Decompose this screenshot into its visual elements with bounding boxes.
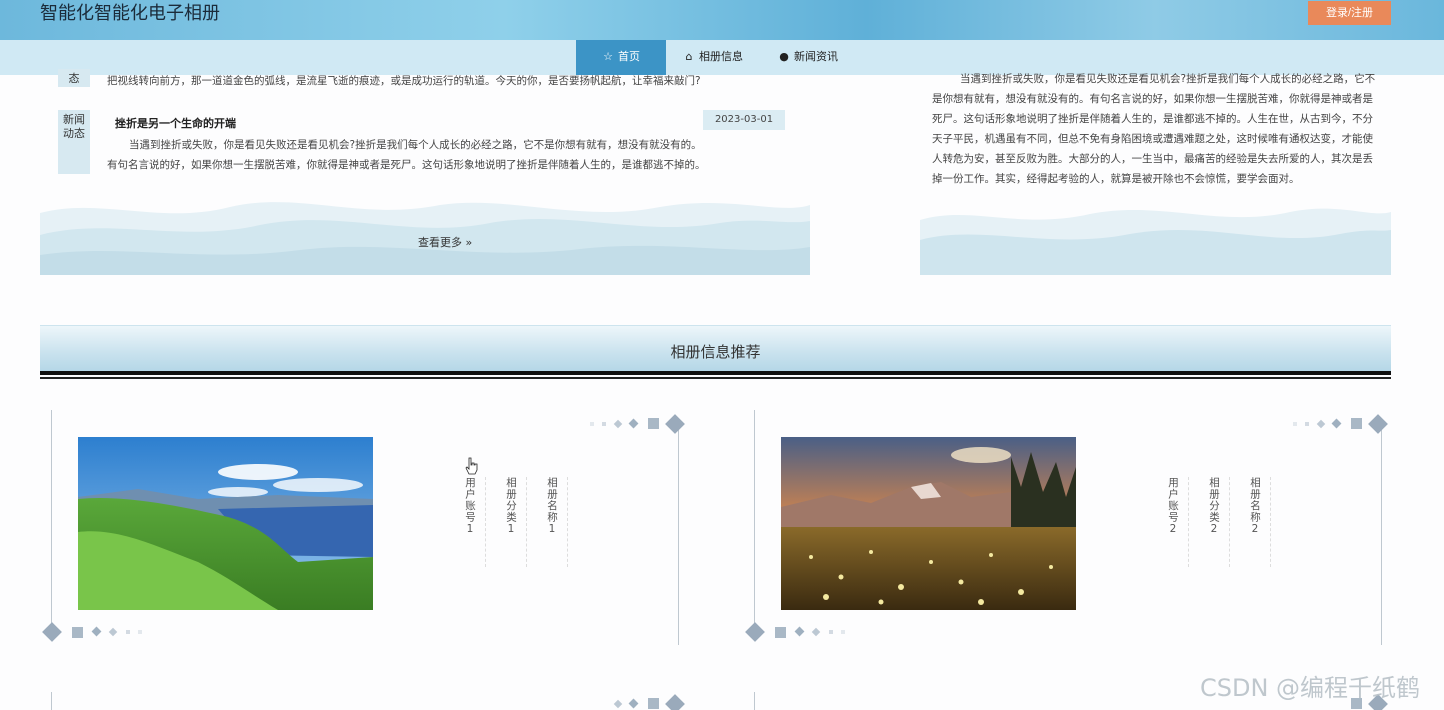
view-more-label: 查看更多 bbox=[418, 236, 462, 249]
right-article-panel: 当遇到挫折或失败，你是看见失败还是看见机会?挫折是我们每个人成长的必经之路，它不… bbox=[920, 73, 1391, 275]
star-icon: ☆ bbox=[603, 50, 613, 63]
nav-item-news[interactable]: ● 新闻资讯 bbox=[778, 40, 858, 75]
nav-label-home: 首页 bbox=[618, 50, 640, 63]
watermark-text: CSDN @编程千纸鹤 bbox=[1200, 674, 1421, 702]
album-image-lake[interactable] bbox=[78, 437, 373, 610]
divider bbox=[40, 377, 1391, 379]
site-title: 智能化智能化电子相册 bbox=[40, 3, 220, 24]
card-border-left bbox=[51, 410, 52, 630]
news-text-partial: 把视线转向前方，那一道道金色的弧线，是流星飞逝的痕迹，或是成功运行的轨道。今天的… bbox=[107, 75, 701, 87]
login-register-button[interactable]: 登录/注册 bbox=[1308, 1, 1391, 25]
card-border-right bbox=[1381, 425, 1382, 645]
site-header: 智能化智能化电子相册 登录/注册 bbox=[0, 0, 1444, 40]
wave-decoration-right bbox=[920, 208, 1391, 275]
album-user-account: 用户账号2 bbox=[1148, 477, 1189, 567]
album-category: 相册分类1 bbox=[486, 477, 527, 567]
news-tag-partial: 态 bbox=[58, 69, 90, 87]
album-category: 相册分类2 bbox=[1189, 477, 1230, 567]
album-info: 用户账号2 相册分类2 相册名称2 bbox=[1148, 477, 1271, 567]
album-info: 用户账号1 相册分类1 相册名称1 bbox=[445, 477, 568, 567]
card-border-left bbox=[754, 410, 755, 630]
recommend-title: 相册信息推荐 bbox=[670, 343, 761, 361]
info-icon: ● bbox=[779, 50, 789, 63]
news-section: 态 把视线转向前方，那一道道金色的弧线，是流星飞逝的痕迹，或是成功运行的轨道。今… bbox=[40, 69, 810, 275]
news-item-title[interactable]: 挫折是另一个生命的开端 bbox=[115, 115, 236, 131]
nav-label-albums: 相册信息 bbox=[699, 50, 743, 63]
album-card[interactable]: 用户账号2 相册分类2 相册名称2 bbox=[743, 405, 1388, 645]
news-tag: 新闻动态 bbox=[58, 110, 90, 174]
album-name: 相册名称2 bbox=[1230, 477, 1271, 567]
view-more-link[interactable]: 查看更多 » bbox=[418, 234, 472, 250]
news-item-text-line2: 有句名言说的好，如果你想一生摆脱苦难，你就得是神或者是死尸。这句话形象地说明了挫… bbox=[107, 159, 706, 171]
hand-cursor-icon bbox=[465, 457, 478, 475]
album-card[interactable]: 用户账号1 相册分类1 相册名称1 bbox=[40, 405, 685, 645]
news-item-date: 2023-03-01 bbox=[703, 110, 785, 130]
album-image-meadow[interactable] bbox=[781, 437, 1076, 610]
recommend-header: 相册信息推荐 bbox=[40, 325, 1391, 371]
double-chevron-right-icon: » bbox=[465, 236, 473, 249]
news-item-text-line1: 当遇到挫折或失败，你是看见失败还是看见机会?挫折是我们每个人成长的必经之路，它不… bbox=[129, 139, 702, 151]
right-article-text: 当遇到挫折或失败，你是看见失败还是看见机会?挫折是我们每个人成长的必经之路，它不… bbox=[932, 73, 1376, 185]
nav-item-albums[interactable]: ⌂ 相册信息 bbox=[683, 40, 763, 75]
nav-label-news: 新闻资讯 bbox=[794, 50, 838, 63]
divider bbox=[40, 371, 1391, 375]
lock-icon: ⌂ bbox=[685, 50, 693, 63]
nav-item-home[interactable]: ☆ 首页 bbox=[576, 40, 666, 75]
album-user-account: 用户账号1 bbox=[445, 477, 486, 567]
album-name: 相册名称1 bbox=[527, 477, 568, 567]
card-border-right bbox=[678, 425, 679, 645]
